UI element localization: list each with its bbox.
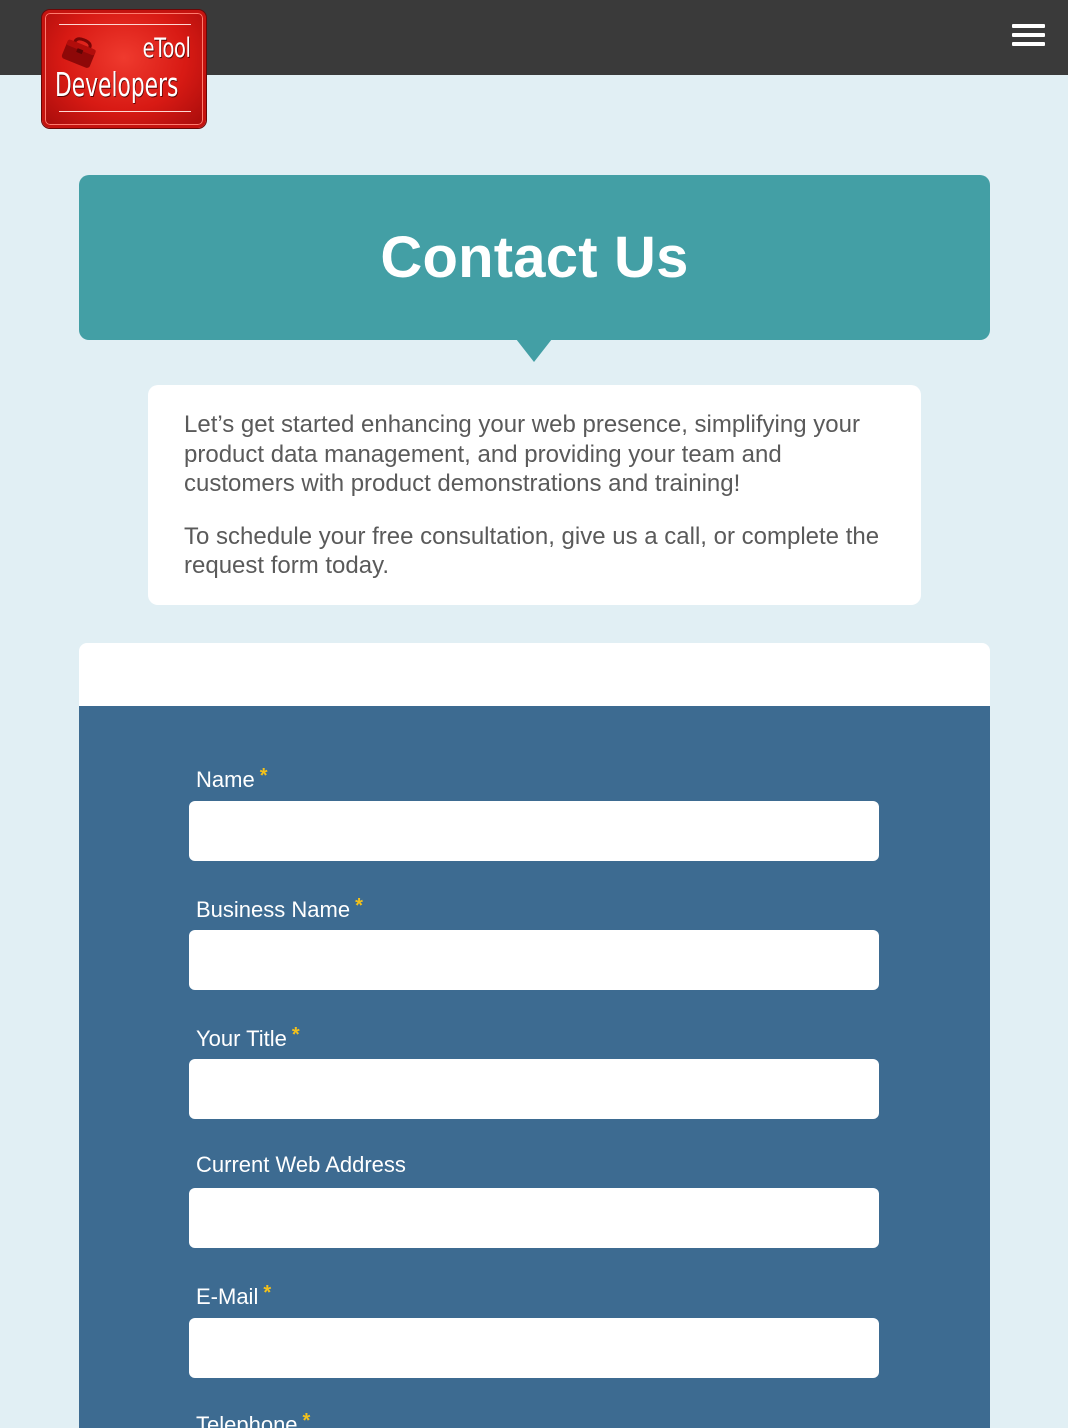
field-label-text: E-Mail bbox=[196, 1284, 259, 1309]
name-label: Name * bbox=[196, 763, 267, 793]
current-web-address-label: Current Web Address bbox=[196, 1152, 406, 1178]
intro-paragraph: Let’s get started enhancing your web pre… bbox=[184, 411, 860, 497]
menu-line bbox=[1012, 42, 1045, 46]
logo-text-etool: eTool bbox=[143, 33, 191, 64]
telephone-label: Telephone * bbox=[196, 1408, 310, 1428]
form-header-strip bbox=[79, 643, 990, 707]
field-label-text: Business Name bbox=[196, 897, 351, 922]
your-title-label: Your Title * bbox=[196, 1022, 300, 1052]
required-marker: * bbox=[355, 895, 363, 917]
required-marker: * bbox=[302, 1410, 311, 1428]
field-label-text: Current Web Address bbox=[196, 1152, 406, 1177]
required-marker: * bbox=[259, 765, 268, 787]
page-title: Contact Us bbox=[380, 225, 689, 290]
page-heading-banner: Contact Us bbox=[79, 175, 990, 340]
name-input[interactable] bbox=[189, 801, 879, 861]
field-label-text: Name bbox=[196, 767, 255, 792]
logo-text-developers: Developers bbox=[55, 65, 179, 104]
required-marker: * bbox=[291, 1024, 300, 1046]
business-name-input[interactable] bbox=[189, 930, 879, 990]
menu-line bbox=[1012, 33, 1045, 37]
menu-line bbox=[1012, 24, 1045, 28]
your-title-input[interactable] bbox=[189, 1059, 879, 1119]
hamburger-menu-icon[interactable] bbox=[1010, 22, 1046, 50]
etool-developers-logo[interactable]: eTool Developers bbox=[42, 10, 206, 128]
logo-rule bbox=[59, 24, 191, 25]
intro-paragraph: To schedule your free consultation, give… bbox=[184, 522, 880, 580]
field-label-text: Your Title bbox=[196, 1026, 287, 1051]
email-label: E-Mail * bbox=[196, 1280, 271, 1310]
required-marker: * bbox=[263, 1282, 272, 1304]
intro-card: Let’s get started enhancing your web pre… bbox=[148, 385, 921, 605]
current-web-address-input[interactable] bbox=[189, 1188, 879, 1248]
logo-rule bbox=[59, 111, 191, 112]
heading-pointer bbox=[516, 339, 552, 362]
field-label-text: Telephone bbox=[196, 1412, 298, 1428]
email-input[interactable] bbox=[189, 1318, 879, 1378]
business-name-label: Business Name * bbox=[196, 893, 363, 923]
